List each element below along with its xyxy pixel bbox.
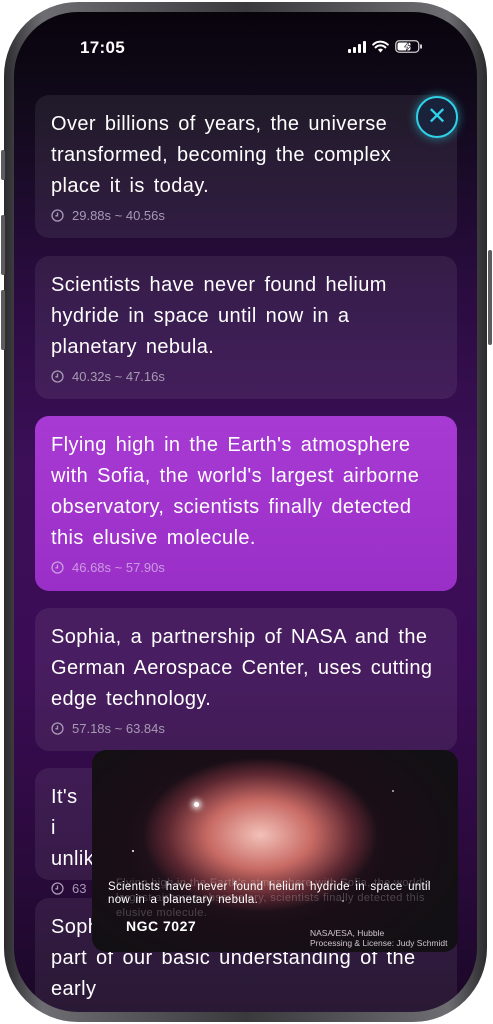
video-object-label: NGC 7027 (126, 918, 197, 934)
transcript-card-active[interactable]: Flying high in the Earth's atmosphere wi… (35, 416, 457, 591)
card-text: It's i unlik (51, 786, 95, 870)
status-bar: 17:05 (14, 12, 477, 72)
card-time-label: 63 (72, 881, 87, 896)
screen: 17:05 Over billions of years, the univer… (14, 12, 477, 1012)
video-caption: Scientists have never found helium hydri… (108, 881, 431, 906)
star-sparkle (392, 790, 394, 792)
clock-icon (51, 209, 64, 222)
transcript-card[interactable]: Over billions of years, the universe tra… (35, 95, 457, 238)
video-credit: NASA/ESA, Hubble Processing & License: J… (310, 928, 447, 948)
action-button (1, 150, 5, 180)
star-sparkle (194, 802, 199, 807)
clock-icon (51, 370, 64, 383)
volume-up-button (1, 215, 5, 275)
card-time-label: 29.88s ~ 40.56s (72, 208, 165, 223)
power-button (488, 250, 492, 345)
card-text: Sophia, a partnership of NASA and the Ge… (51, 626, 433, 710)
card-time-label: 40.32s ~ 47.16s (72, 369, 165, 384)
star-sparkle (132, 850, 134, 852)
transcript-card[interactable]: Scientists have never found helium hydri… (35, 256, 457, 399)
video-credit-line: Processing & License: Judy Schmidt (310, 938, 448, 948)
card-time: 46.68s ~ 57.90s (51, 560, 441, 575)
clock-icon (51, 722, 64, 735)
card-text: Over billions of years, the universe tra… (51, 113, 392, 197)
wifi-icon (372, 40, 389, 53)
status-icons (348, 40, 423, 53)
status-time: 17:05 (80, 38, 125, 57)
video-credit-line: NASA/ESA, Hubble (310, 928, 385, 938)
transcript-card[interactable]: Sophia, a partnership of NASA and the Ge… (35, 608, 457, 751)
video-pip[interactable]: Flying high in the Earth's atmosphere wi… (92, 750, 458, 952)
clock-icon (51, 882, 64, 895)
cellular-signal-icon (348, 40, 366, 53)
card-time-label: 46.68s ~ 57.90s (72, 560, 165, 575)
card-time-label: 57.18s ~ 63.84s (72, 721, 165, 736)
card-time: 40.32s ~ 47.16s (51, 369, 441, 384)
card-time: 57.18s ~ 63.84s (51, 721, 441, 736)
close-button[interactable]: ✕ (416, 96, 458, 138)
battery-charging-icon (395, 40, 422, 53)
clock-icon (51, 561, 64, 574)
volume-down-button (1, 290, 5, 350)
card-text: Flying high in the Earth's atmosphere wi… (51, 434, 420, 549)
card-text: Scientists have never found helium hydri… (51, 274, 387, 358)
card-time: 29.88s ~ 40.56s (51, 208, 441, 223)
close-icon: ✕ (426, 103, 448, 130)
